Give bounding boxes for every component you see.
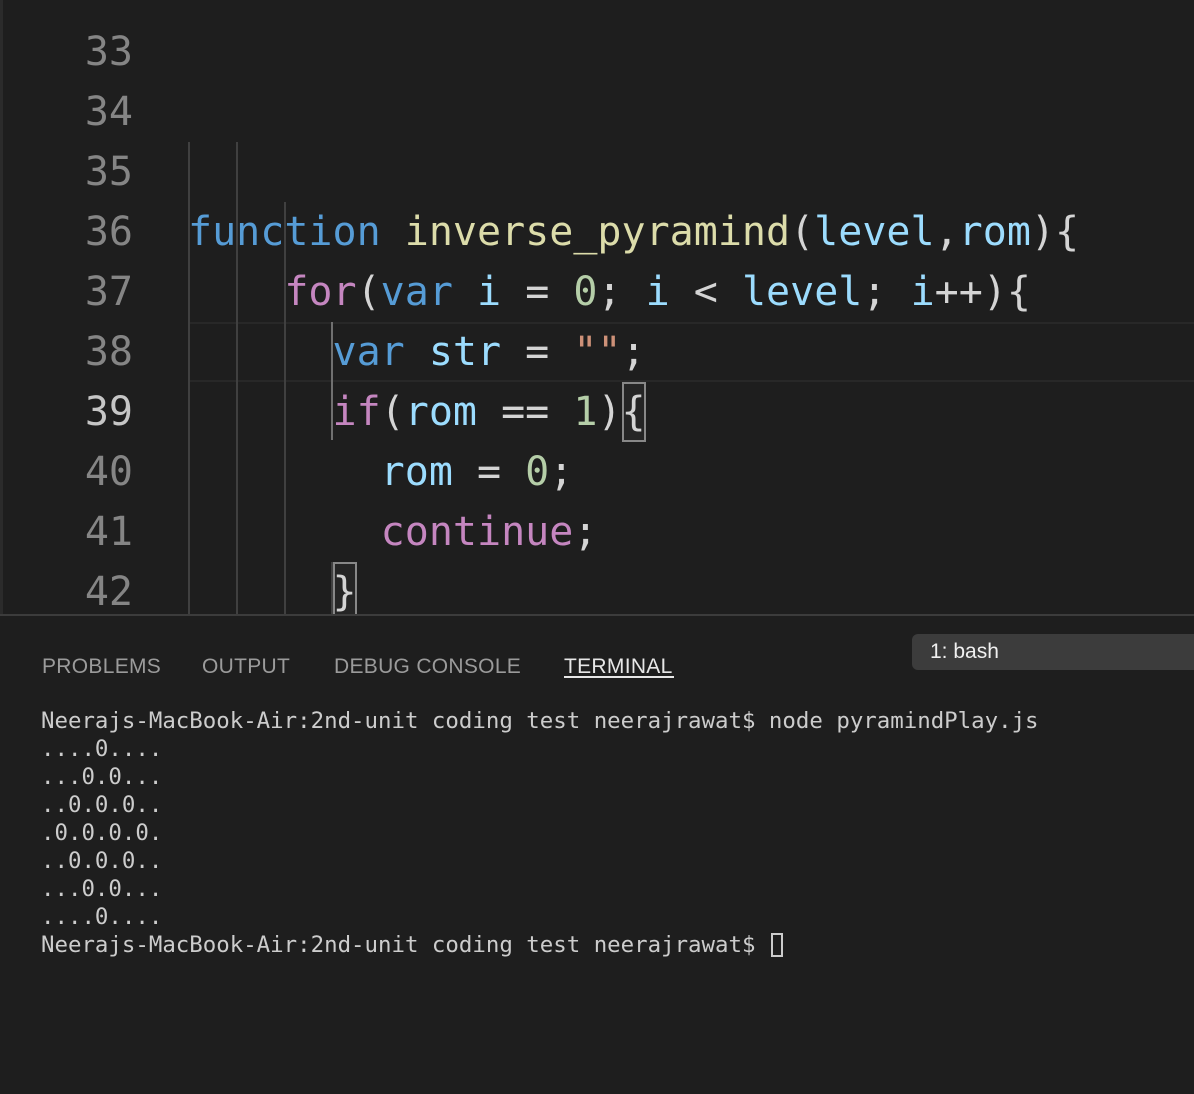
terminal-prompt-line: Neerajs-MacBook-Air:2nd-unit coding test… xyxy=(41,931,783,959)
bottom-panel: PROBLEMS OUTPUT DEBUG CONSOLE TERMINAL 1… xyxy=(0,614,1194,1094)
terminal-selector-dropdown[interactable]: 1: bash xyxy=(912,634,1194,670)
code-line-37: 37 var str = ""; xyxy=(0,202,1194,375)
tab-debug-console[interactable]: DEBUG CONSOLE xyxy=(334,652,521,682)
active-tab-underline xyxy=(564,676,674,678)
code-line-43: 43 str = str + "."; xyxy=(0,562,1194,614)
terminal-line: ...0.0... xyxy=(41,876,163,902)
terminal-prompt: Neerajs-MacBook-Air:2nd-unit coding test… xyxy=(41,932,769,958)
code-line-33: 33 xyxy=(0,0,1194,75)
code-line-42: 42 for(var j = 0; j <= i; j++){ xyxy=(0,502,1194,614)
code-line-36: 36 for(var i = 0; i < level; i++){ xyxy=(0,142,1194,315)
code-line-41: 41 } xyxy=(0,442,1194,614)
code-line-34: 34 xyxy=(0,22,1194,135)
terminal-selector-label: 1: bash xyxy=(930,640,999,663)
terminal-line: ..0.0.0.. xyxy=(41,848,163,874)
terminal-line: ...0.0... xyxy=(41,764,163,790)
code-editor[interactable]: 33 34 35 function inverse_pyramind(level… xyxy=(0,0,1194,614)
code-line-35: 35 function inverse_pyramind(level,rom){ xyxy=(0,82,1194,255)
code-line-39: 39 rom = 0; xyxy=(0,322,1194,495)
tab-output[interactable]: OUTPUT xyxy=(202,652,290,682)
terminal-line: ....0.... xyxy=(41,736,163,762)
tab-problems[interactable]: PROBLEMS xyxy=(42,652,161,682)
terminal-line: .0.0.0.0. xyxy=(41,820,163,846)
terminal-line: ....0.... xyxy=(41,904,163,930)
terminal-line: ..0.0.0.. xyxy=(41,792,163,818)
terminal-cursor xyxy=(770,933,783,957)
code-line-38: 38 if(rom == 1){ xyxy=(0,262,1194,442)
terminal-line: Neerajs-MacBook-Air:2nd-unit coding test… xyxy=(41,708,1039,734)
vscode-window: 33 34 35 function inverse_pyramind(level… xyxy=(0,0,1194,1094)
code-line-40: 40 continue; xyxy=(0,382,1194,555)
